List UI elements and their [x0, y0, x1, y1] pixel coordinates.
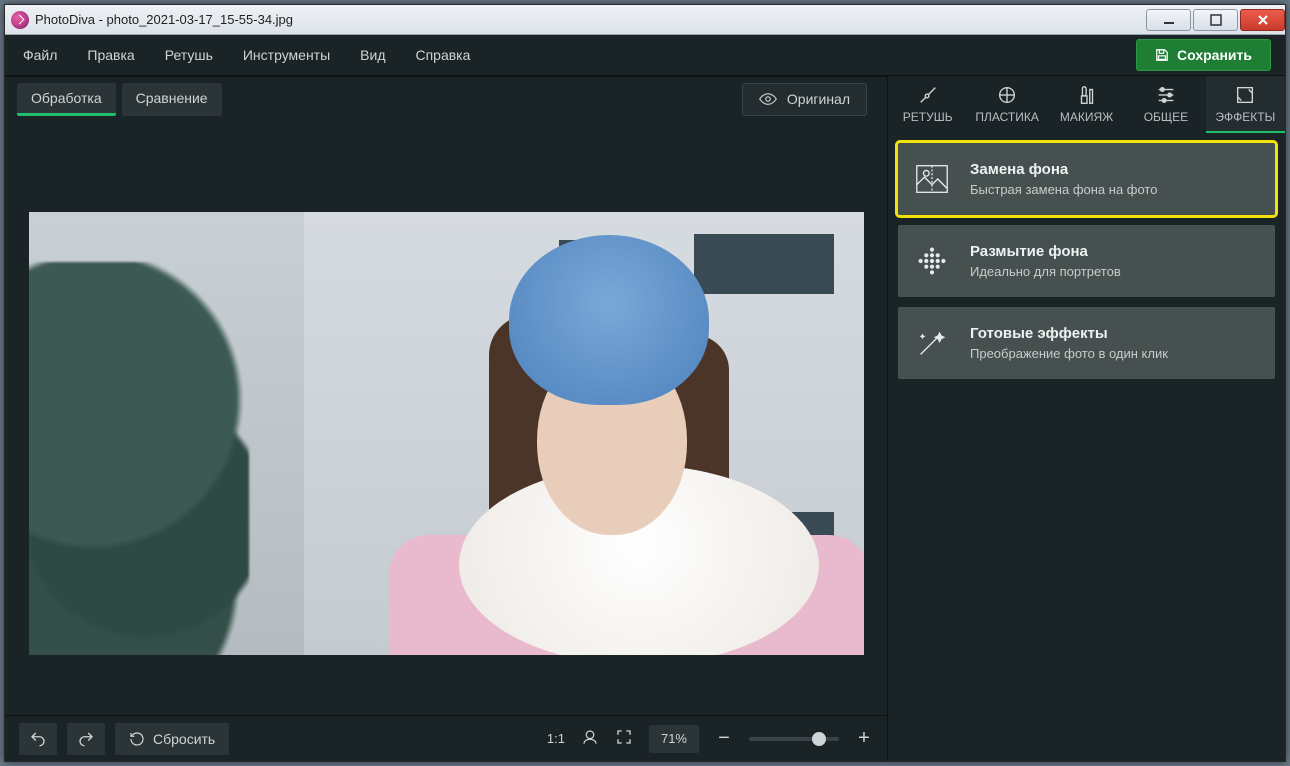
original-toggle[interactable]: Оригинал: [742, 83, 867, 116]
save-button[interactable]: Сохранить: [1136, 39, 1271, 71]
menu-instruments[interactable]: Инструменты: [239, 43, 334, 67]
titlebar: PhotoDiva - photo_2021-03-17_15-55-34.jp…: [5, 5, 1285, 35]
zoom-value[interactable]: 71%: [649, 725, 699, 753]
toolbar-row: Обработка Сравнение Оригинал: [5, 76, 887, 121]
toolbar-container: Обработка Сравнение Оригинал РЕТУШЬ ПЛАС…: [5, 75, 1285, 133]
body-row: Сбросить 1:1 71% − +: [5, 133, 1285, 761]
fullscreen-icon: [615, 728, 633, 746]
side-tab-plastika[interactable]: ПЛАСТИКА: [967, 76, 1046, 133]
face-detect-button[interactable]: [581, 728, 599, 749]
magic-wand-icon: [912, 323, 952, 363]
photo-preview: [29, 212, 864, 655]
fullscreen-button[interactable]: [615, 728, 633, 749]
replace-bg-icon: [912, 159, 952, 199]
side-tab-effects[interactable]: ЭФФЕКТЫ: [1206, 76, 1285, 133]
undo-button[interactable]: [19, 723, 57, 755]
redo-icon: [77, 730, 95, 748]
window-title: PhotoDiva - photo_2021-03-17_15-55-34.jp…: [35, 12, 293, 27]
effect-subtitle: Быстрая замена фона на фото: [970, 182, 1157, 197]
effect-subtitle: Идеально для портретов: [970, 264, 1121, 279]
ratio-button[interactable]: 1:1: [547, 731, 565, 746]
minimize-button[interactable]: [1146, 9, 1191, 31]
sliders-icon: [1155, 84, 1177, 106]
reset-button[interactable]: Сбросить: [115, 723, 229, 755]
tab-edit-label: Обработка: [31, 90, 102, 106]
plastika-icon: [996, 84, 1018, 106]
effect-subtitle: Преображение фото в один клик: [970, 346, 1168, 361]
effect-title: Замена фона: [970, 161, 1157, 178]
side-tab-plastika-label: ПЛАСТИКА: [975, 110, 1038, 124]
menu-file[interactable]: Файл: [19, 43, 61, 67]
side-tab-general[interactable]: ОБЩЕЕ: [1126, 76, 1205, 133]
effects-icon: [1234, 84, 1256, 106]
makeup-icon: [1076, 84, 1098, 106]
tab-edit[interactable]: Обработка: [17, 83, 116, 116]
side-tabs: РЕТУШЬ ПЛАСТИКА МАКИЯЖ ОБЩЕЕ ЭФФЕКТЫ: [887, 76, 1285, 133]
reset-icon: [129, 731, 145, 747]
effects-panel: Замена фона Быстрая замена фона на фото: [887, 133, 1285, 761]
menubar: Файл Правка Ретушь Инструменты Вид Справ…: [5, 35, 1285, 75]
blur-bg-icon: [912, 241, 952, 281]
original-label: Оригинал: [787, 91, 850, 107]
canvas[interactable]: [5, 133, 887, 715]
reset-label: Сбросить: [153, 731, 215, 747]
effect-blur-background[interactable]: Размытие фона Идеально для портретов: [898, 225, 1275, 297]
zoom-controls: 1:1 71% − +: [547, 725, 873, 753]
app-icon: [11, 11, 29, 29]
side-tab-makeup[interactable]: МАКИЯЖ: [1047, 76, 1126, 133]
effect-title: Размытие фона: [970, 243, 1121, 260]
effects-list: Замена фона Быстрая замена фона на фото: [888, 133, 1285, 389]
left-column: Сбросить 1:1 71% − +: [5, 133, 887, 761]
window-controls: [1144, 9, 1285, 31]
tab-compare[interactable]: Сравнение: [122, 83, 222, 116]
menu-retouch[interactable]: Ретушь: [161, 43, 217, 67]
effect-replace-background[interactable]: Замена фона Быстрая замена фона на фото: [898, 143, 1275, 215]
maximize-icon: [1209, 13, 1223, 27]
save-icon: [1155, 48, 1169, 62]
undo-icon: [29, 730, 47, 748]
menu-edit[interactable]: Правка: [83, 43, 138, 67]
eye-icon: [759, 90, 777, 108]
side-tab-effects-label: ЭФФЕКТЫ: [1215, 110, 1275, 124]
zoom-out-button[interactable]: −: [715, 727, 733, 750]
save-label: Сохранить: [1177, 47, 1252, 63]
close-button[interactable]: [1240, 9, 1285, 31]
tab-compare-label: Сравнение: [136, 90, 208, 106]
bottombar: Сбросить 1:1 71% − +: [5, 715, 887, 761]
face-icon: [581, 728, 599, 746]
close-icon: [1256, 13, 1270, 27]
side-tab-retouch[interactable]: РЕТУШЬ: [888, 76, 967, 133]
maximize-button[interactable]: [1193, 9, 1238, 31]
menu-help[interactable]: Справка: [411, 43, 474, 67]
retouch-icon: [917, 84, 939, 106]
side-tab-retouch-label: РЕТУШЬ: [903, 110, 953, 124]
effect-title: Готовые эффекты: [970, 325, 1168, 342]
zoom-in-button[interactable]: +: [855, 727, 873, 750]
minimize-icon: [1162, 13, 1176, 27]
zoom-slider[interactable]: [749, 737, 839, 741]
app-window: PhotoDiva - photo_2021-03-17_15-55-34.jp…: [4, 4, 1286, 762]
redo-button[interactable]: [67, 723, 105, 755]
side-tab-makeup-label: МАКИЯЖ: [1060, 110, 1113, 124]
effect-presets[interactable]: Готовые эффекты Преображение фото в один…: [898, 307, 1275, 379]
menu-view[interactable]: Вид: [356, 43, 389, 67]
side-tab-general-label: ОБЩЕЕ: [1144, 110, 1188, 124]
